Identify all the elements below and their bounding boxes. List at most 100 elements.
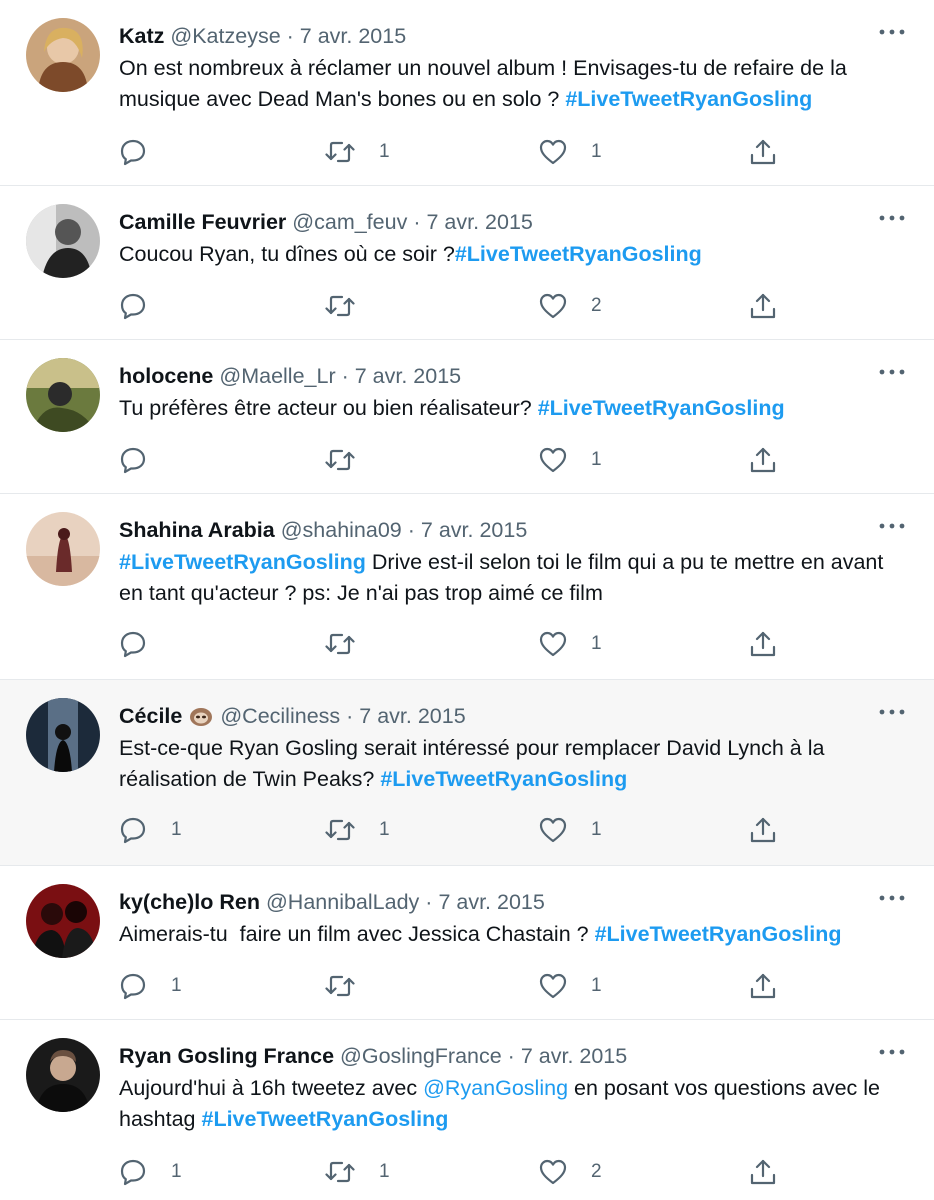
retweet-button[interactable]	[325, 444, 379, 476]
mention-link[interactable]: @RyanGosling	[423, 1076, 568, 1100]
share-icon	[749, 446, 777, 474]
like-button[interactable]: 1	[539, 970, 602, 1002]
user-handle[interactable]: @cam_feuv	[292, 210, 407, 234]
reply-button[interactable]	[119, 444, 171, 476]
display-name[interactable]: Shahina Arabia	[119, 518, 275, 542]
tweet-feed: Katz @Katzeyse · 7 avr. 2015 On est nomb…	[0, 0, 934, 1200]
tweet[interactable]: Shahina Arabia @shahina09 · 7 avr. 2015 …	[0, 494, 934, 680]
separator-dot: ·	[407, 518, 415, 542]
reply-button[interactable]: 1	[119, 814, 182, 846]
more-icon[interactable]	[878, 210, 906, 226]
tweet[interactable]: ky(che)lo Ren @HannibalLady · 7 avr. 201…	[0, 866, 934, 1020]
user-handle[interactable]: @Maelle_Lr	[219, 364, 335, 388]
more-icon[interactable]	[878, 24, 906, 40]
user-handle[interactable]: @Ceciliness	[220, 704, 340, 728]
like-count: 1	[591, 633, 602, 654]
tweet[interactable]: Cécile @Ceciliness · 7 avr. 2015 Est-ce-…	[0, 680, 934, 866]
more-icon[interactable]	[878, 704, 906, 720]
hashtag-link[interactable]: #LiveTweetRyanGosling	[595, 922, 842, 946]
share-button[interactable]	[749, 814, 777, 846]
reply-count: 1	[171, 1161, 182, 1182]
share-button[interactable]	[749, 444, 777, 476]
retweet-button[interactable]: 1	[325, 136, 390, 168]
tweet-date[interactable]: 7 avr. 2015	[421, 518, 527, 542]
tweet-date[interactable]: 7 avr. 2015	[426, 210, 532, 234]
like-button[interactable]: 2	[539, 290, 602, 322]
display-name[interactable]: Camille Feuvrier	[119, 210, 286, 234]
share-button[interactable]	[749, 628, 777, 660]
display-name[interactable]: Katz	[119, 24, 164, 48]
reply-button[interactable]: 1	[119, 970, 182, 1002]
hashtag-link[interactable]: #LiveTweetRyanGosling	[538, 396, 785, 420]
heart-icon	[539, 973, 567, 999]
tweet-date[interactable]: 7 avr. 2015	[438, 890, 544, 914]
heart-icon	[539, 631, 567, 657]
share-button[interactable]	[749, 290, 777, 322]
retweet-button[interactable]	[325, 970, 379, 1002]
reply-icon	[119, 972, 147, 1000]
reply-button[interactable]	[119, 290, 171, 322]
user-handle[interactable]: @GoslingFrance	[340, 1044, 502, 1068]
tweet-date[interactable]: 7 avr. 2015	[355, 364, 461, 388]
tweet-text: Aujourd'hui à 16h tweetez avec @RyanGosl…	[119, 1073, 904, 1135]
avatar[interactable]	[26, 512, 100, 586]
tweet-date[interactable]: 7 avr. 2015	[359, 704, 465, 728]
tweet-text: Est-ce-que Ryan Gosling serait intéressé…	[119, 733, 904, 795]
avatar[interactable]	[26, 204, 100, 278]
tweet-date[interactable]: 7 avr. 2015	[300, 24, 406, 48]
retweet-count: 1	[379, 819, 390, 840]
display-name[interactable]: Ryan Gosling France	[119, 1044, 334, 1068]
retweet-count: 1	[379, 141, 390, 162]
tweet-text-part: Tu préfères être acteur ou bien réalisat…	[119, 396, 538, 420]
tweet[interactable]: Katz @Katzeyse · 7 avr. 2015 On est nomb…	[0, 0, 934, 186]
share-icon	[749, 292, 777, 320]
tweet-actions: 1 1 1	[119, 814, 904, 846]
more-icon[interactable]	[878, 890, 906, 906]
tweet[interactable]: Camille Feuvrier @cam_feuv · 7 avr. 2015…	[0, 186, 934, 340]
more-icon[interactable]	[878, 1044, 906, 1060]
reply-button[interactable]: 1	[119, 1156, 182, 1188]
like-button[interactable]: 2	[539, 1156, 602, 1188]
avatar[interactable]	[26, 18, 100, 92]
reply-icon	[119, 446, 147, 474]
retweet-button[interactable]: 1	[325, 814, 390, 846]
retweet-button[interactable]	[325, 290, 379, 322]
hashtag-link[interactable]: #LiveTweetRyanGosling	[380, 767, 627, 791]
share-button[interactable]	[749, 1156, 777, 1188]
like-button[interactable]: 1	[539, 444, 602, 476]
user-handle[interactable]: @shahina09	[281, 518, 402, 542]
hashtag-link[interactable]: #LiveTweetRyanGosling	[119, 550, 366, 574]
more-icon[interactable]	[878, 518, 906, 534]
like-button[interactable]: 1	[539, 136, 602, 168]
tweet-actions: 1 1	[119, 136, 904, 168]
hashtag-link[interactable]: #LiveTweetRyanGosling	[455, 242, 702, 266]
like-button[interactable]: 1	[539, 628, 602, 660]
share-button[interactable]	[749, 136, 777, 168]
tweet[interactable]: holocene @Maelle_Lr · 7 avr. 2015 Tu pré…	[0, 340, 934, 494]
hashtag-link[interactable]: #LiveTweetRyanGosling	[565, 87, 812, 111]
more-icon[interactable]	[878, 364, 906, 380]
tweet[interactable]: Ryan Gosling France @GoslingFrance · 7 a…	[0, 1020, 934, 1200]
avatar[interactable]	[26, 698, 100, 772]
reply-button[interactable]	[119, 628, 171, 660]
display-name[interactable]: Cécile	[119, 704, 182, 728]
user-handle[interactable]: @Katzeyse	[170, 24, 280, 48]
avatar[interactable]	[26, 884, 100, 958]
share-button[interactable]	[749, 970, 777, 1002]
tweet-actions: 1	[119, 628, 904, 660]
tweet-date[interactable]: 7 avr. 2015	[521, 1044, 627, 1068]
avatar[interactable]	[26, 358, 100, 432]
separator-dot: ·	[346, 704, 354, 728]
hashtag-link[interactable]: #LiveTweetRyanGosling	[201, 1107, 448, 1131]
sloth-emoji	[188, 704, 214, 726]
reply-button[interactable]	[119, 136, 171, 168]
user-handle[interactable]: @HannibalLady	[266, 890, 419, 914]
display-name[interactable]: holocene	[119, 364, 213, 388]
retweet-button[interactable]	[325, 628, 379, 660]
like-button[interactable]: 1	[539, 814, 602, 846]
retweet-button[interactable]: 1	[325, 1156, 390, 1188]
avatar[interactable]	[26, 1038, 100, 1112]
display-name[interactable]: ky(che)lo Ren	[119, 890, 260, 914]
separator-dot: ·	[286, 24, 294, 48]
reply-icon	[119, 292, 147, 320]
